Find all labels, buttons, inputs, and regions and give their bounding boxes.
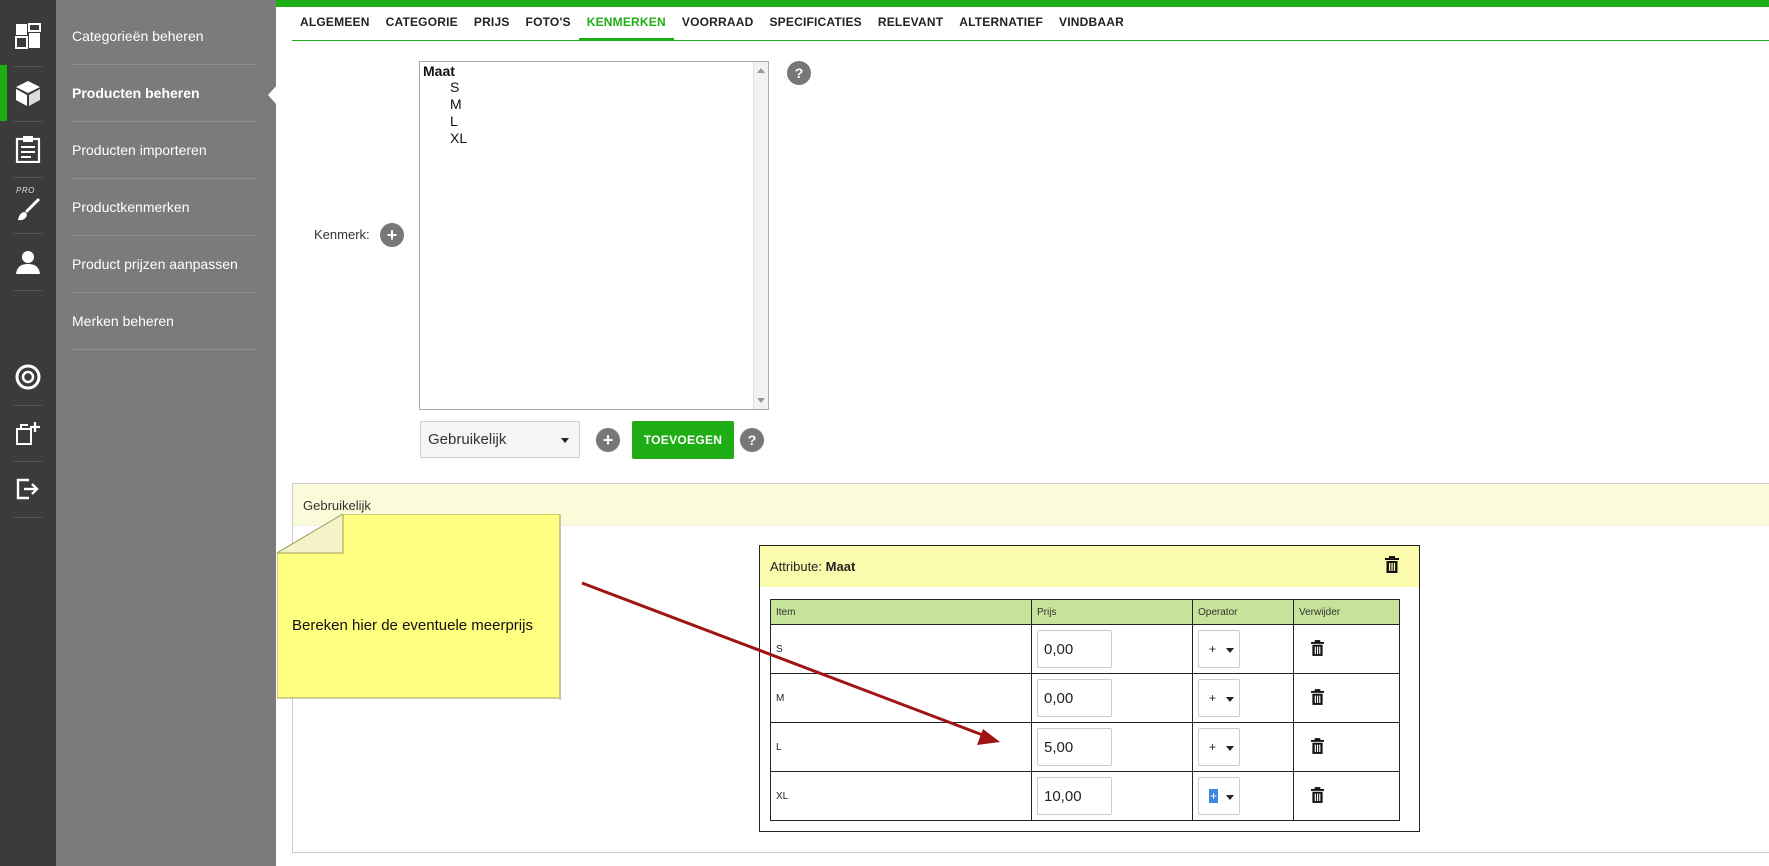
tab-kenmerken[interactable]: KENMERKEN [578, 12, 674, 41]
help-icon[interactable]: ? [740, 428, 764, 452]
table-row: S 0,00 + [770, 624, 1400, 674]
listbox-option[interactable]: M [420, 96, 768, 113]
price-input[interactable]: 10,00 [1037, 777, 1112, 815]
add-preset-button[interactable]: + [596, 428, 620, 452]
listbox-option[interactable]: L [420, 113, 768, 130]
col-header-price: Prijs [1031, 599, 1193, 625]
subnav: Categorieën beheren Producten beheren Pr… [56, 0, 276, 866]
row-item: S [770, 624, 1032, 674]
help-ring-icon[interactable] [0, 349, 56, 405]
trash-icon[interactable] [1311, 786, 1324, 803]
operator-select[interactable]: + [1198, 728, 1240, 766]
panel-title: Gebruikelijk [303, 498, 371, 513]
tab-alternatief[interactable]: ALTERNATIEF [951, 12, 1051, 41]
attribute-title: Attribute: Maat [770, 559, 855, 574]
user-icon[interactable] [0, 234, 56, 290]
tab-categorie[interactable]: CATEGORIE [378, 12, 466, 41]
tab-algemeen[interactable]: ALGEMEEN [292, 12, 378, 41]
subnav-item-label: Merken beheren [72, 313, 174, 329]
table-row: XL 10,00 + [770, 771, 1400, 821]
tab-specificaties[interactable]: SPECIFICATIES [761, 12, 869, 41]
trash-icon[interactable] [1311, 688, 1324, 705]
attribute-table: Item Prijs Operator Verwijder S 0,00 + M… [770, 599, 1400, 821]
attribute-header: Attribute: Maat [760, 546, 1419, 587]
tab-fotos[interactable]: FOTO'S [518, 12, 579, 41]
chevron-down-icon [1226, 746, 1234, 751]
operator-value: + [1209, 740, 1217, 754]
row-item: XL [770, 771, 1032, 821]
operator-select[interactable]: + [1198, 679, 1240, 717]
chevron-down-icon [1226, 648, 1234, 653]
operator-value: + [1209, 642, 1217, 656]
listbox-option[interactable]: S [420, 79, 768, 96]
subnav-item-import[interactable]: Producten importeren [72, 122, 256, 179]
toevoegen-button[interactable]: TOEVOEGEN [632, 421, 734, 459]
add-kenmerk-button[interactable]: + [380, 223, 404, 247]
listbox-scrollbar[interactable] [753, 62, 768, 409]
subnav-item-label: Product prijzen aanpassen [72, 256, 238, 272]
annotation-note: Bereken hier de eventuele meerprijs [277, 514, 562, 700]
operator-select[interactable]: + [1198, 777, 1240, 815]
chevron-down-icon [1226, 795, 1234, 800]
attribute-prefix: Attribute: [770, 559, 823, 574]
listbox-option[interactable]: XL [420, 130, 768, 147]
attribute-box: Attribute: Maat Item Prijs Operator Verw… [759, 545, 1420, 832]
row-item: L [770, 722, 1032, 772]
products-icon[interactable] [0, 65, 56, 121]
chevron-down-icon [561, 438, 569, 443]
col-header-item: Item [770, 599, 1032, 625]
trash-icon[interactable] [1311, 737, 1324, 754]
trash-icon[interactable] [1311, 639, 1324, 656]
subnav-item-label: Categorieën beheren [72, 28, 204, 44]
main-content: ALGEMEEN CATEGORIE PRIJS FOTO'S KENMERKE… [276, 0, 1769, 866]
subnav-item-label: Productkenmerken [72, 199, 190, 215]
sticky-note-shape [277, 514, 561, 700]
table-row: L 5,00 + [770, 722, 1400, 772]
kenmerk-label: Kenmerk: [314, 227, 370, 242]
price-input[interactable]: 0,00 [1037, 630, 1112, 668]
dashboard-icon[interactable] [0, 8, 56, 64]
table-row: M 0,00 + [770, 673, 1400, 723]
tab-voorraad[interactable]: VOORRAAD [674, 12, 762, 41]
operator-select[interactable]: + [1198, 630, 1240, 668]
subnav-item-brands[interactable]: Merken beheren [72, 293, 256, 350]
col-header-delete: Verwijder [1293, 599, 1400, 625]
top-accent-bar [276, 0, 1769, 7]
brush-icon[interactable]: PRO [0, 178, 56, 234]
icon-rail: PRO [0, 0, 56, 866]
subnav-item-products[interactable]: Producten beheren [72, 65, 256, 122]
price-input[interactable]: 5,00 [1037, 728, 1112, 766]
pro-tag: PRO [16, 186, 35, 195]
operator-value: + [1209, 789, 1219, 803]
tab-relevant[interactable]: RELEVANT [870, 12, 951, 41]
col-header-operator: Operator [1192, 599, 1294, 625]
help-icon[interactable]: ? [787, 61, 811, 85]
subnav-item-label: Producten beheren [72, 85, 200, 101]
tab-prijs[interactable]: PRIJS [466, 12, 518, 41]
subnav-item-attributes[interactable]: Productkenmerken [72, 179, 256, 236]
tab-vindbaar[interactable]: VINDBAAR [1051, 12, 1132, 41]
operator-value: + [1209, 691, 1217, 705]
preset-select-value: Gebruikelijk [428, 431, 507, 448]
kenmerk-listbox[interactable]: Maat S M L XL [419, 61, 769, 410]
export-icon[interactable] [0, 405, 56, 461]
subnav-item-categories[interactable]: Categorieën beheren [72, 8, 256, 65]
subnav-item-prices[interactable]: Product prijzen aanpassen [72, 236, 256, 293]
annotation-text: Bereken hier de eventuele meerprijs [292, 617, 533, 634]
attribute-name: Maat [825, 559, 856, 574]
listbox-group: Maat [423, 63, 455, 79]
preset-select[interactable]: Gebruikelijk [420, 421, 580, 458]
clipboard-icon[interactable] [0, 121, 56, 177]
subnav-item-label: Producten importeren [72, 142, 207, 158]
trash-icon[interactable] [1385, 556, 1399, 573]
row-item: M [770, 673, 1032, 723]
logout-icon[interactable] [0, 461, 56, 517]
price-input[interactable]: 0,00 [1037, 679, 1112, 717]
tab-bar: ALGEMEEN CATEGORIE PRIJS FOTO'S KENMERKE… [292, 12, 1769, 41]
chevron-down-icon [1226, 697, 1234, 702]
